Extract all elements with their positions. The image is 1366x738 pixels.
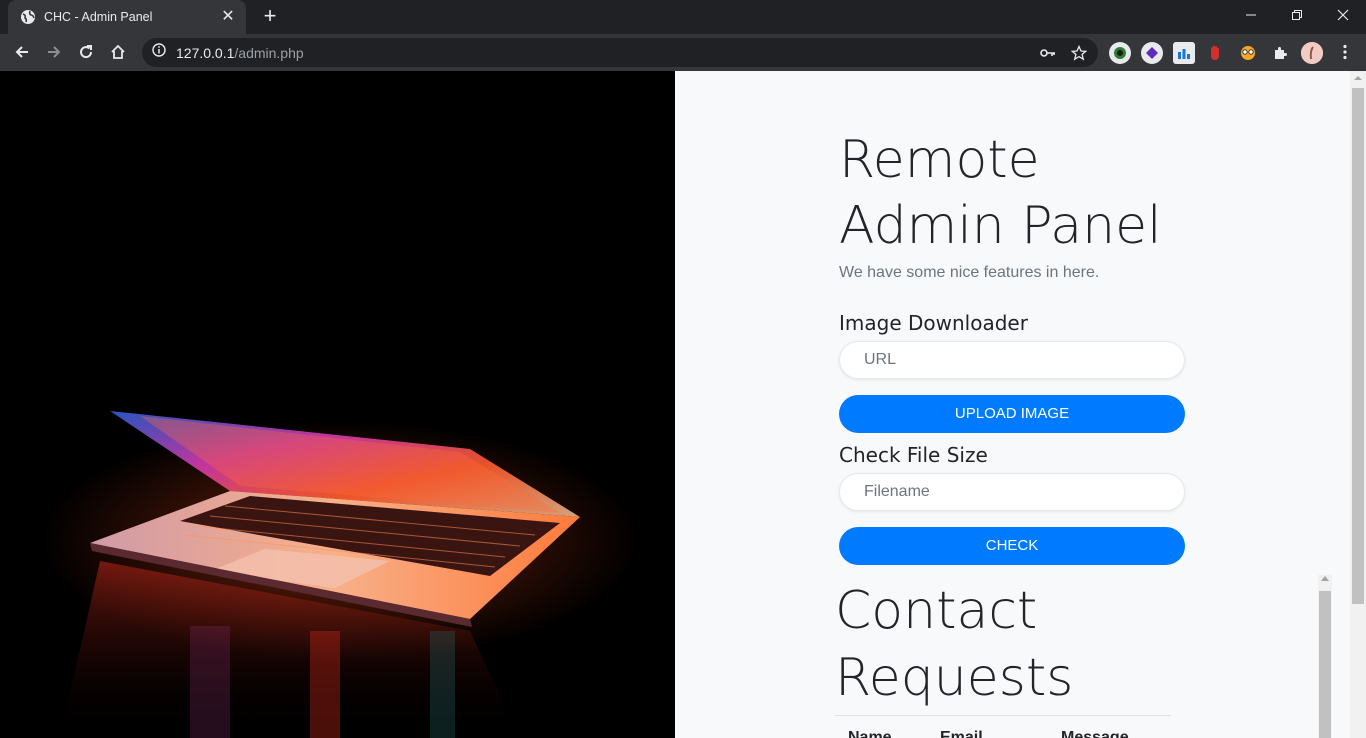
key-icon[interactable] xyxy=(1039,44,1057,62)
extension-green-icon[interactable] xyxy=(1109,42,1131,64)
extension-purple-icon[interactable] xyxy=(1141,42,1163,64)
restore-button[interactable] xyxy=(1274,0,1320,30)
close-tab-icon[interactable]: ✕ xyxy=(220,9,236,25)
browser-toolbar: 127.0.0.1/admin.php xyxy=(0,34,1366,71)
new-tab-button[interactable]: + xyxy=(258,5,282,28)
bookmark-star-icon[interactable] xyxy=(1070,44,1088,62)
url-path: /admin.php xyxy=(234,44,304,61)
contact-requests-heading: Contact Requests xyxy=(835,581,1074,708)
extensions-puzzle-icon[interactable] xyxy=(1269,42,1291,64)
column-header-name: Name xyxy=(848,729,892,738)
inner-scrollbar[interactable] xyxy=(1318,575,1332,738)
admin-panel: Remote Admin Panel We have some nice fea… xyxy=(675,71,1350,738)
column-header-message: Message xyxy=(1061,729,1129,738)
table-divider xyxy=(835,715,1171,716)
extension-wappalyzer-icon[interactable] xyxy=(1173,42,1195,64)
page-scroll-up-icon xyxy=(1354,76,1362,80)
column-header-email: Email xyxy=(940,729,983,738)
page-title: Remote Admin Panel xyxy=(839,130,1162,256)
forward-button[interactable] xyxy=(40,38,68,66)
chrome-menu-button[interactable] xyxy=(1331,38,1359,66)
tab-strip: CHC - Admin Panel ✕ + xyxy=(0,0,1366,34)
filename-input[interactable] xyxy=(839,473,1185,511)
minimize-button[interactable] xyxy=(1228,0,1274,30)
tab-title: CHC - Admin Panel xyxy=(44,10,153,24)
inner-scroll-thumb[interactable] xyxy=(1319,591,1331,738)
check-button[interactable]: CHECK xyxy=(839,527,1185,565)
extension-glasses-icon[interactable] xyxy=(1237,42,1259,64)
page-scroll-thumb[interactable] xyxy=(1352,88,1364,604)
close-window-button[interactable] xyxy=(1320,0,1366,30)
browser-tab[interactable]: CHC - Admin Panel ✕ xyxy=(8,0,246,34)
profile-avatar[interactable] xyxy=(1301,42,1323,64)
url-host: 127.0.0.1 xyxy=(176,44,235,61)
globe-icon xyxy=(20,9,36,25)
home-button[interactable] xyxy=(104,38,132,66)
url-input[interactable] xyxy=(839,341,1185,379)
back-button[interactable] xyxy=(8,38,36,66)
back-arrow-icon xyxy=(15,46,28,58)
address-bar[interactable]: 127.0.0.1/admin.php xyxy=(142,38,1098,67)
home-icon xyxy=(111,44,125,59)
extension-hand-icon[interactable] xyxy=(1205,42,1227,64)
hero-laptop-image xyxy=(0,71,675,738)
reload-button[interactable] xyxy=(72,38,100,66)
scroll-up-arrow-icon[interactable] xyxy=(1318,575,1332,589)
upload-image-button[interactable]: UPLOAD IMAGE xyxy=(839,395,1185,433)
kebab-menu-icon xyxy=(1343,44,1347,60)
forward-arrow-icon xyxy=(48,46,61,58)
page-viewport: Remote Admin Panel We have some nice fea… xyxy=(0,71,1366,738)
reload-icon xyxy=(80,45,93,59)
page-lead-text: We have some nice features in here. xyxy=(839,264,1100,281)
image-downloader-label: Image Downloader xyxy=(839,311,1028,335)
info-icon[interactable] xyxy=(152,43,166,62)
check-file-size-label: Check File Size xyxy=(839,443,988,467)
